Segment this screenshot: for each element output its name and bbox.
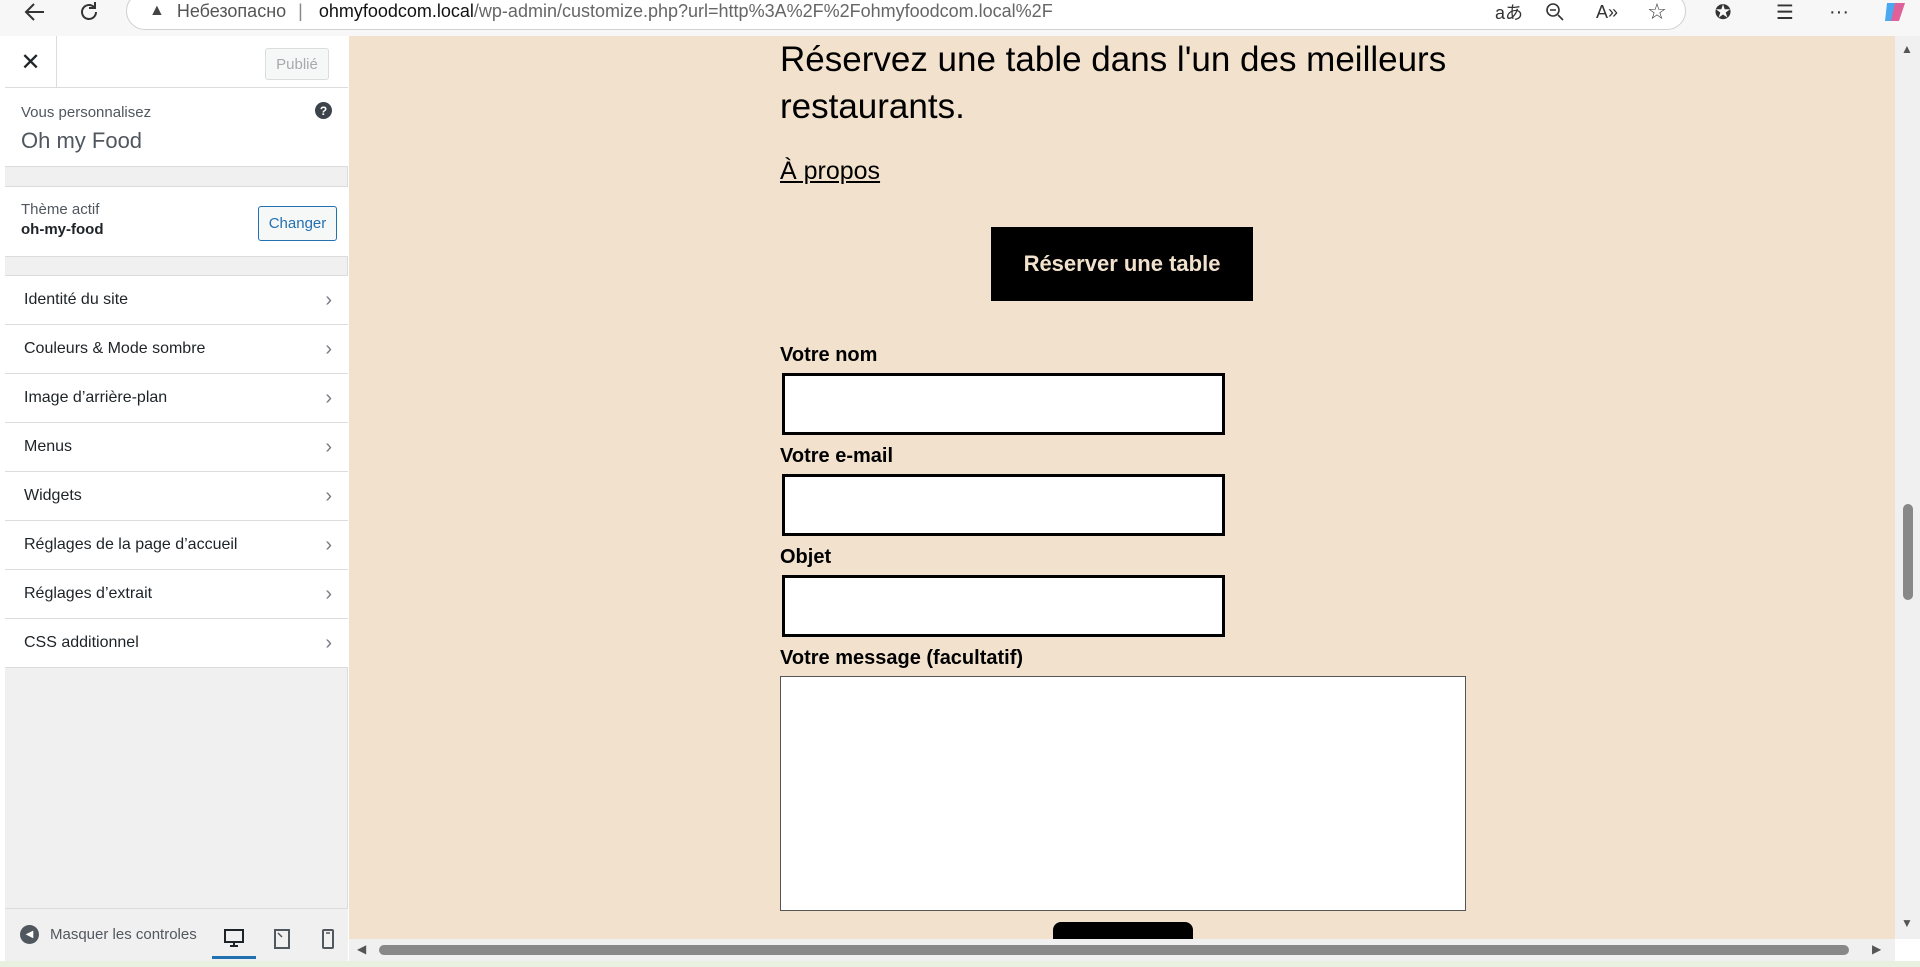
copilot-icon[interactable] <box>1880 0 1910 24</box>
browser-toolbar: ▲ Небезопасно | ohmyfoodcom.local /wp-ad… <box>0 0 1920 36</box>
url-path: /wp-admin/customize.php?url=http%3A%2F%2… <box>473 0 1053 21</box>
email-label: Votre e-mail <box>780 445 893 467</box>
more-options-icon[interactable]: ··· <box>1824 0 1854 24</box>
section-widgets[interactable]: Widgets › <box>5 472 348 521</box>
customizing-info: Vous personnalisez Oh my Food ? <box>5 88 348 167</box>
section-label: Réglages de la page d’accueil <box>24 536 238 553</box>
translate-icon[interactable]: aあ <box>1494 0 1524 24</box>
name-input[interactable] <box>782 373 1225 435</box>
help-icon[interactable]: ? <box>315 102 332 119</box>
section-additional-css[interactable]: CSS additionnel › <box>5 619 348 668</box>
chevron-right-icon: › <box>325 583 332 605</box>
site-preview: Réservez une table dans l'un des meilleu… <box>349 36 1895 939</box>
zoom-out-icon[interactable] <box>1540 0 1570 24</box>
name-label: Votre nom <box>780 344 878 366</box>
active-theme-label: Thème actif <box>21 201 100 218</box>
section-background-image[interactable]: Image d’arrière-plan › <box>5 374 348 423</box>
section-label: Identité du site <box>24 291 129 308</box>
scroll-right-icon[interactable]: ▶ <box>1872 942 1881 956</box>
refresh-icon[interactable] <box>74 0 104 24</box>
vertical-scrollbar[interactable]: ▲ ▼ <box>1895 36 1920 939</box>
scroll-up-icon[interactable]: ▲ <box>1901 42 1913 56</box>
reservation-heading: Réservez une table dans l'un des meilleu… <box>780 40 1447 126</box>
chevron-right-icon: › <box>325 485 332 507</box>
security-status: Небезопасно <box>176 0 287 21</box>
address-separator: | <box>298 0 303 21</box>
window-bottom-edge <box>0 961 1920 967</box>
section-site-identity[interactable]: Identité du site › <box>5 276 348 325</box>
subject-label: Objet <box>780 546 832 568</box>
favorite-star-icon[interactable]: ☆ <box>1642 0 1672 24</box>
section-label: Réglages d’extrait <box>24 585 153 602</box>
site-name: Oh my Food <box>21 128 143 153</box>
collapse-icon[interactable]: ◀ <box>20 925 39 944</box>
close-icon[interactable]: ✕ <box>5 36 57 88</box>
about-link[interactable]: À propos <box>780 157 880 186</box>
tablet-preview-icon[interactable] <box>260 919 304 959</box>
chevron-right-icon: › <box>325 289 332 311</box>
customizer-sections: Identité du site › Couleurs & Mode sombr… <box>5 275 348 668</box>
publish-button[interactable]: Publié <box>265 48 329 80</box>
customizer-header: ✕ Publié <box>5 36 348 88</box>
section-excerpt-settings[interactable]: Réglages d’extrait › <box>5 570 348 619</box>
chevron-right-icon: › <box>325 338 332 360</box>
collapse-controls-button[interactable]: Masquer les controles <box>50 926 197 943</box>
scroll-down-icon[interactable]: ▼ <box>1901 916 1913 930</box>
scroll-left-icon[interactable]: ◀ <box>357 942 366 956</box>
section-colors-dark-mode[interactable]: Couleurs & Mode sombre › <box>5 325 348 374</box>
section-label: Image d’arrière-plan <box>24 389 168 406</box>
read-aloud-icon[interactable]: A» <box>1592 0 1622 24</box>
section-label: Couleurs & Mode sombre <box>24 340 206 357</box>
customizer-footer: ◀ Masquer les controles <box>5 908 348 967</box>
customizing-label: Vous personnalisez <box>21 104 152 121</box>
back-arrow-icon[interactable] <box>20 0 50 24</box>
extensions-icon[interactable]: ✪ <box>1708 0 1738 24</box>
change-theme-button[interactable]: Changer <box>258 206 337 241</box>
section-homepage-settings[interactable]: Réglages de la page d’accueil › <box>5 521 348 570</box>
chevron-right-icon: › <box>325 387 332 409</box>
desktop-preview-icon[interactable] <box>212 919 256 959</box>
horizontal-scroll-thumb[interactable] <box>379 945 1849 955</box>
active-theme-panel: Thème actif oh-my-food Changer <box>5 186 348 257</box>
address-bar[interactable]: ▲ Небезопасно | ohmyfoodcom.local /wp-ad… <box>126 0 1686 30</box>
message-label: Votre message (facultatif) <box>780 647 1024 669</box>
section-label: Menus <box>24 438 73 455</box>
section-label: CSS additionnel <box>24 634 139 651</box>
vertical-scroll-thumb[interactable] <box>1903 504 1913 600</box>
horizontal-scrollbar[interactable]: ◀ ▶ <box>349 939 1895 961</box>
subject-input[interactable] <box>782 575 1225 637</box>
message-textarea[interactable] <box>780 676 1466 911</box>
mobile-preview-icon[interactable] <box>306 919 350 959</box>
submit-button[interactable] <box>1053 922 1193 939</box>
customizer-sidebar: ✕ Publié Vous personnalisez Oh my Food ?… <box>5 36 348 967</box>
active-theme-name: oh-my-food <box>21 221 104 238</box>
warning-icon: ▲ <box>149 2 165 19</box>
email-input[interactable] <box>782 474 1225 536</box>
chevron-right-icon: › <box>325 534 332 556</box>
chevron-right-icon: › <box>325 436 332 458</box>
section-label: Widgets <box>24 487 82 504</box>
section-menus[interactable]: Menus › <box>5 423 348 472</box>
url-domain: ohmyfoodcom.local <box>318 0 474 21</box>
chevron-right-icon: › <box>325 632 332 654</box>
reserve-table-button[interactable]: Réserver une table <box>991 227 1253 301</box>
favorites-icon[interactable]: ☰ <box>1770 0 1800 24</box>
